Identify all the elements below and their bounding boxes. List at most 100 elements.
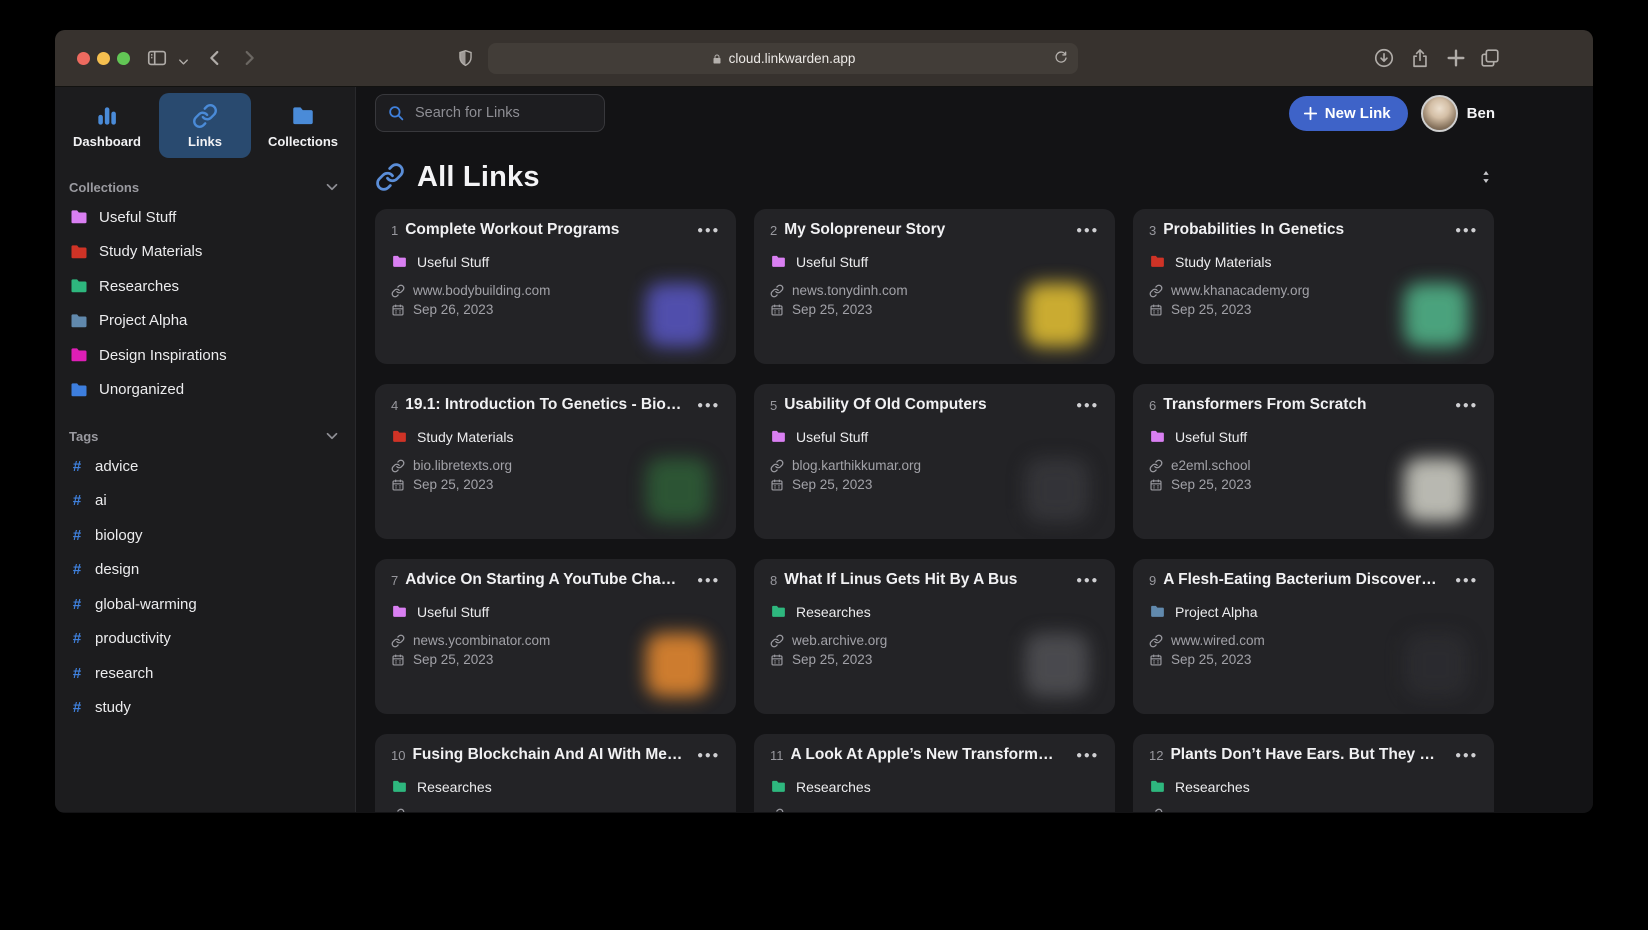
card-url[interactable]: bio.libretexts.org (391, 458, 720, 473)
card-menu-button[interactable]: ●●● (1451, 400, 1478, 411)
card-url[interactable]: www.bodybuilding.com (391, 283, 720, 298)
user-avatar[interactable] (1421, 95, 1458, 132)
sidebar-tag-item[interactable]: # design (55, 553, 355, 588)
card-collection-name: Useful Stuff (417, 604, 489, 620)
card-index: 5 (770, 398, 777, 413)
card-menu-button[interactable]: ●●● (693, 400, 720, 411)
link-card[interactable]: 4 19.1: Introduction To Genetics - Bio… … (375, 384, 736, 539)
card-url[interactable] (1149, 808, 1478, 812)
calendar-icon (391, 653, 405, 667)
address-bar[interactable]: cloud.linkwarden.app (488, 43, 1078, 74)
card-url[interactable]: web.archive.org (770, 633, 1099, 648)
card-collection[interactable]: Useful Stuff (391, 603, 720, 620)
card-collection[interactable]: Useful Stuff (770, 253, 1099, 270)
chevron-down-icon[interactable] (323, 427, 341, 445)
card-url[interactable]: news.tonydinh.com (770, 283, 1099, 298)
share-button[interactable] (1409, 47, 1431, 69)
nav-tab-links[interactable]: Links (159, 93, 251, 158)
sidebar-tag-item[interactable]: # advice (55, 449, 355, 484)
new-link-button[interactable]: New Link (1289, 96, 1408, 131)
link-card[interactable]: 8 What If Linus Gets Hit By A Bus ●●● Re… (754, 559, 1115, 714)
link-card[interactable]: 1 Complete Workout Programs ●●● Useful S… (375, 209, 736, 364)
link-card[interactable]: 9 A Flesh-Eating Bacterium Discover… ●●●… (1133, 559, 1494, 714)
downloads-button[interactable] (1373, 47, 1395, 69)
link-card[interactable]: 2 My Solopreneur Story ●●● Useful Stuff … (754, 209, 1115, 364)
nav-tab-dashboard[interactable]: Dashboard (61, 93, 153, 158)
sidebar-tag-item[interactable]: # research (55, 656, 355, 691)
card-menu-button[interactable]: ●●● (1072, 750, 1099, 761)
sidebar-collection-item[interactable]: Researches (55, 269, 355, 304)
sidebar-collection-item[interactable]: Useful Stuff (55, 200, 355, 235)
card-menu-button[interactable]: ●●● (1072, 400, 1099, 411)
card-url[interactable]: blog.karthikkumar.org (770, 458, 1099, 473)
card-url[interactable] (770, 808, 1099, 812)
sidebar-collection-item[interactable]: Study Materials (55, 235, 355, 270)
sort-button[interactable] (1477, 168, 1495, 186)
sidebar-collection-item[interactable]: Project Alpha (55, 304, 355, 339)
card-menu-button[interactable]: ●●● (693, 750, 720, 761)
sidebar-tag-item[interactable]: # biology (55, 518, 355, 553)
card-collection[interactable]: Researches (1149, 778, 1478, 795)
privacy-shield-icon[interactable] (456, 47, 475, 69)
sidebar-tag-item[interactable]: # global-warming (55, 587, 355, 622)
link-card[interactable]: 12 Plants Don’t Have Ears. But They … ●●… (1133, 734, 1494, 812)
link-card[interactable]: 5 Usability Of Old Computers ●●● Useful … (754, 384, 1115, 539)
link-card[interactable]: 3 Probabilities In Genetics ●●● Study Ma… (1133, 209, 1494, 364)
card-collection[interactable]: Useful Stuff (770, 428, 1099, 445)
card-collection[interactable]: Study Materials (391, 428, 720, 445)
card-menu-button[interactable]: ●●● (1451, 575, 1478, 586)
card-collection[interactable]: Researches (770, 778, 1099, 795)
card-url[interactable]: e2eml.school (1149, 458, 1478, 473)
zoom-window-button[interactable] (117, 52, 130, 65)
hash-icon: # (69, 699, 85, 716)
card-collection-name: Project Alpha (1175, 604, 1258, 620)
chevron-down-icon[interactable] (176, 51, 191, 73)
link-card[interactable]: 7 Advice On Starting A YouTube Cha… ●●● … (375, 559, 736, 714)
card-url[interactable]: www.wired.com (1149, 633, 1478, 648)
folder-icon (391, 253, 408, 270)
card-collection[interactable]: Project Alpha (1149, 603, 1478, 620)
sidebar-collection-item[interactable]: Unorganized (55, 373, 355, 408)
sidebar-tag-item[interactable]: # study (55, 691, 355, 726)
card-index: 4 (391, 398, 398, 413)
nav-tab-collections[interactable]: Collections (257, 93, 349, 158)
card-collection[interactable]: Researches (770, 603, 1099, 620)
card-url[interactable]: www.khanacademy.org (1149, 283, 1478, 298)
card-menu-button[interactable]: ●●● (1072, 575, 1099, 586)
card-collection[interactable]: Useful Stuff (1149, 428, 1478, 445)
sidebar-tag-item[interactable]: # productivity (55, 622, 355, 657)
hash-icon: # (69, 561, 85, 578)
card-collection-name: Researches (796, 779, 871, 795)
back-button[interactable] (204, 47, 226, 69)
card-date-text: Sep 25, 2023 (413, 652, 493, 667)
show-tabs-button[interactable] (1479, 47, 1501, 69)
minimize-window-button[interactable] (97, 52, 110, 65)
link-card[interactable]: 11 A Look At Apple’s New Transform… ●●● … (754, 734, 1115, 812)
link-card[interactable]: 6 Transformers From Scratch ●●● Useful S… (1133, 384, 1494, 539)
card-index: 9 (1149, 573, 1156, 588)
chevron-down-icon[interactable] (323, 178, 341, 196)
search-input[interactable] (375, 94, 605, 132)
collection-name: Unorganized (99, 381, 184, 398)
card-url[interactable] (391, 808, 720, 812)
link-icon (1149, 459, 1163, 473)
close-window-button[interactable] (77, 52, 90, 65)
card-menu-button[interactable]: ●●● (1451, 750, 1478, 761)
forward-button[interactable] (238, 47, 260, 69)
card-menu-button[interactable]: ●●● (1072, 225, 1099, 236)
card-url[interactable]: news.ycombinator.com (391, 633, 720, 648)
link-card[interactable]: 10 Fusing Blockchain And AI With Me… ●●●… (375, 734, 736, 812)
card-collection[interactable]: Useful Stuff (391, 253, 720, 270)
sidebar-toggle-icon[interactable] (146, 47, 168, 69)
card-menu-button[interactable]: ●●● (693, 225, 720, 236)
new-tab-button[interactable] (1445, 47, 1467, 69)
card-collection[interactable]: Study Materials (1149, 253, 1478, 270)
sidebar-tag-item[interactable]: # ai (55, 484, 355, 519)
sidebar-collection-item[interactable]: Design Inspirations (55, 338, 355, 373)
card-menu-button[interactable]: ●●● (1451, 225, 1478, 236)
calendar-icon (1149, 478, 1163, 492)
folder-icon (1149, 428, 1166, 445)
card-collection[interactable]: Researches (391, 778, 720, 795)
reload-icon[interactable] (1053, 50, 1069, 66)
card-menu-button[interactable]: ●●● (693, 575, 720, 586)
